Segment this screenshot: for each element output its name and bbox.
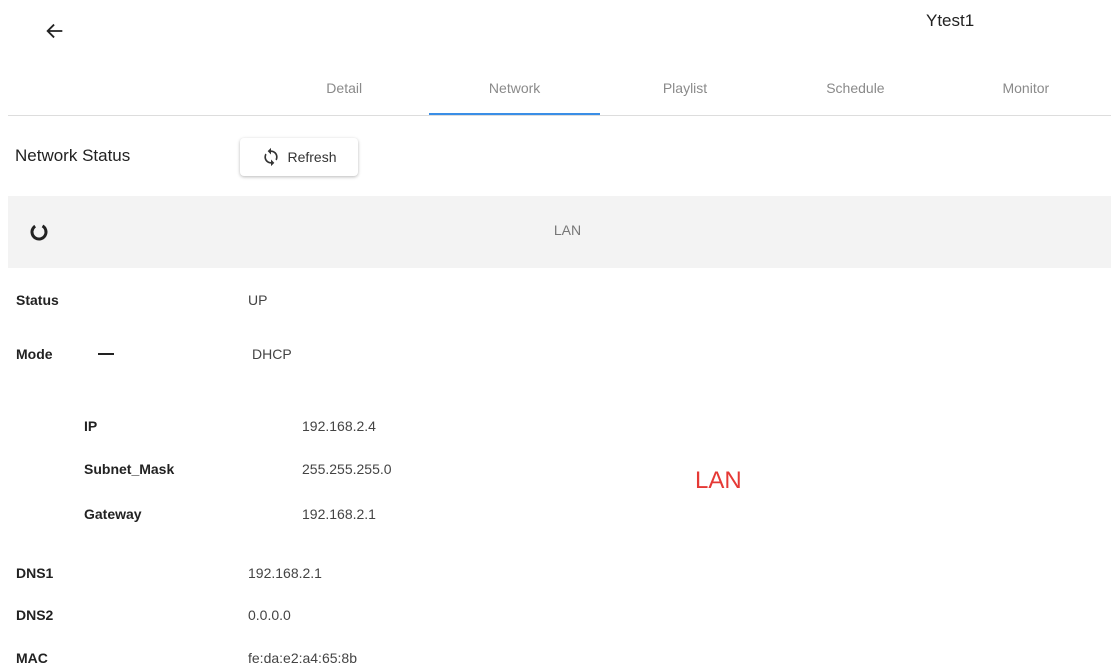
device-name: Ytest1 (926, 11, 975, 30)
tab-network[interactable]: Network (429, 62, 601, 115)
arrow-left-icon (44, 20, 72, 42)
refresh-button[interactable]: Refresh (240, 138, 358, 176)
tab-monitor[interactable]: Monitor (941, 62, 1111, 115)
mode-collapse-button[interactable] (98, 343, 116, 363)
gateway-label: Gateway (84, 506, 142, 522)
lan-overlay-label: LAN (695, 467, 742, 494)
status-label: Status (16, 292, 59, 308)
subnet-mask-label: Subnet_Mask (84, 461, 175, 477)
gateway-value: 192.168.2.1 (302, 506, 376, 522)
mode-label: Mode (16, 346, 53, 362)
dns2-label: DNS2 (16, 607, 54, 623)
tab-detail[interactable]: Detail (259, 62, 429, 115)
mode-value: DHCP (252, 346, 292, 362)
tab-bar: Detail Network Playlist Schedule Monitor (259, 62, 1111, 115)
lan-header-label: LAN (553, 222, 582, 238)
mac-label: MAC (16, 650, 48, 666)
back-button[interactable] (44, 18, 72, 44)
ip-label: IP (84, 418, 98, 434)
ip-value: 192.168.2.4 (302, 418, 376, 434)
dns2-value: 0.0.0.0 (248, 607, 291, 623)
network-status-title: Network Status (15, 146, 131, 165)
dns1-label: DNS1 (16, 565, 54, 581)
lan-panel-header[interactable]: LAN (8, 196, 1111, 268)
refresh-icon (261, 147, 281, 167)
tab-schedule[interactable]: Schedule (770, 62, 940, 115)
tabs-divider (8, 115, 1111, 116)
refresh-label: Refresh (287, 149, 337, 165)
dns1-value: 192.168.2.1 (248, 565, 322, 581)
tab-playlist[interactable]: Playlist (600, 62, 770, 115)
subnet-mask-value: 255.255.255.0 (302, 461, 392, 477)
status-value: UP (248, 292, 268, 308)
mac-value: fe:da:e2:a4:65:8b (248, 650, 357, 666)
minus-icon (98, 353, 114, 355)
